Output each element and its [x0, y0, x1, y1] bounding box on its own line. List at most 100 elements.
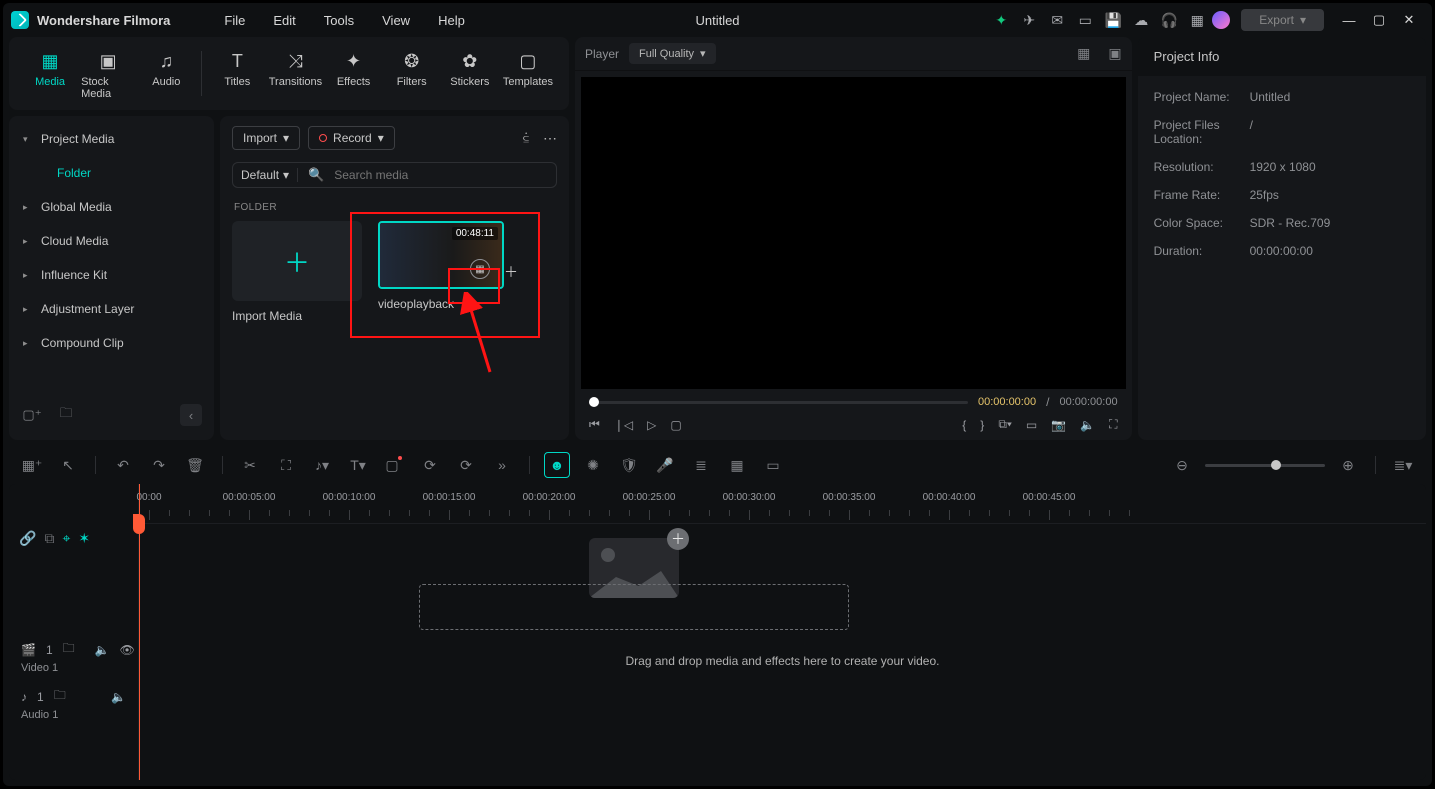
ai-icon[interactable]: ☻	[544, 452, 570, 478]
minimize-button[interactable]: —	[1334, 13, 1364, 28]
volume-icon[interactable]: 🔈	[111, 690, 126, 704]
sort-default-dropdown[interactable]: Default▾	[241, 168, 298, 182]
menu-edit[interactable]: Edit	[259, 13, 309, 28]
stop-icon[interactable]: ▢	[670, 418, 681, 432]
zoom-slider[interactable]	[1205, 464, 1325, 467]
prev-frame-icon[interactable]: ⏮	[589, 417, 600, 432]
sidebar-item-influence-kit[interactable]: ▸Influence Kit	[9, 258, 214, 292]
snapshot-icon[interactable]: 📷	[1051, 418, 1066, 432]
magnet-icon[interactable]: ⌖	[62, 530, 70, 547]
save-icon[interactable]: 💾	[1100, 7, 1126, 33]
undo-icon[interactable]: ↶	[110, 452, 136, 478]
player-progress[interactable]	[589, 401, 968, 404]
fullscreen-icon[interactable]: ⛶	[1109, 417, 1117, 432]
tl-cursor-icon[interactable]: ↖	[55, 452, 81, 478]
timeline-canvas[interactable]: 00:0000:00:05:0000:00:10:0000:00:15:0000…	[139, 484, 1426, 780]
tab-stock-media[interactable]: ▣Stock Media	[81, 45, 135, 110]
sidebar-item-compound-clip[interactable]: ▸Compound Clip	[9, 326, 214, 360]
sidebar-folder[interactable]: Folder	[9, 156, 214, 190]
display-icon[interactable]: ▭	[1026, 418, 1037, 432]
cloud-icon[interactable]: ☁	[1128, 7, 1154, 33]
zoom-knob[interactable]	[1271, 460, 1281, 470]
compare-icon[interactable]: ⧉▾	[998, 417, 1012, 432]
redo-icon[interactable]: ↷	[146, 452, 172, 478]
gift-icon[interactable]: ✦	[988, 7, 1014, 33]
tl-options-icon[interactable]: ≣▾	[1390, 452, 1416, 478]
marker-out-icon[interactable]: }	[980, 418, 984, 432]
zoom-out-icon[interactable]: ⊖	[1169, 452, 1195, 478]
more-icon[interactable]: ⋯	[543, 130, 557, 147]
marker-in-icon[interactable]: {	[962, 418, 966, 432]
music-icon[interactable]: ♪▾	[309, 452, 335, 478]
plus-icon[interactable]: ＋	[504, 262, 518, 282]
picture-icon[interactable]: ▣	[1108, 45, 1121, 62]
folder-icon[interactable]: 🗀	[63, 639, 75, 660]
menu-help[interactable]: Help	[424, 13, 479, 28]
profile-icon[interactable]	[1212, 11, 1230, 29]
tab-effects[interactable]: ✦Effects	[327, 45, 381, 110]
send-icon[interactable]: ✈	[1016, 7, 1042, 33]
snap-icon[interactable]: ✶	[78, 530, 90, 547]
tool-b-icon[interactable]: 🛡	[616, 452, 642, 478]
record-tl-icon[interactable]: ▢	[381, 452, 407, 478]
playhead[interactable]	[139, 484, 140, 780]
media-clip[interactable]: 00:48:11 ▦ ＋ videoplayback	[378, 221, 508, 323]
link-icon[interactable]: 🔗	[19, 530, 36, 547]
menu-tools[interactable]: Tools	[310, 13, 368, 28]
headphones-icon[interactable]: 🎧	[1156, 7, 1182, 33]
sidebar-item-project-media[interactable]: ▾Project Media	[9, 122, 214, 156]
import-dropdown[interactable]: Import▾	[232, 126, 300, 150]
volume-icon[interactable]: 🔈	[95, 643, 110, 657]
export-button[interactable]: Export▾	[1241, 9, 1324, 31]
progress-knob[interactable]	[589, 397, 599, 407]
tab-media[interactable]: ▦Media	[23, 45, 77, 110]
quality-dropdown[interactable]: Full Quality▾	[629, 43, 716, 64]
drop-zone[interactable]	[419, 584, 849, 630]
screen-icon[interactable]: ▭	[1072, 7, 1098, 33]
filter-icon[interactable]: ⫃	[523, 130, 529, 147]
tool-a-icon[interactable]: ✺	[580, 452, 606, 478]
sidebar-item-adjustment-layer[interactable]: ▸Adjustment Layer	[9, 292, 214, 326]
collapse-sidebar-icon[interactable]: ‹	[180, 404, 202, 426]
sidebar-item-cloud-media[interactable]: ▸Cloud Media	[9, 224, 214, 258]
tab-transitions[interactable]: ⤨Transitions	[268, 45, 322, 110]
tab-titles[interactable]: TTitles	[210, 45, 264, 110]
tab-templates[interactable]: ▢Templates	[501, 45, 555, 110]
frame-icon[interactable]: ▦	[724, 452, 750, 478]
timeline-ruler[interactable]: 00:0000:00:05:0000:00:10:0000:00:15:0000…	[139, 484, 1426, 524]
step-back-icon[interactable]: ❘◁	[614, 418, 633, 432]
zoom-in-icon[interactable]: ⊕	[1335, 452, 1361, 478]
audio-track-header[interactable]: ♪1🗀🔈 Audio 1	[9, 680, 138, 727]
play-icon[interactable]: ▷	[647, 418, 656, 432]
message-icon[interactable]: ✉	[1044, 7, 1070, 33]
new-bin-icon[interactable]: ▢⁺	[21, 404, 43, 426]
cut-icon[interactable]: ✂	[237, 452, 263, 478]
add-to-timeline-icon[interactable]: ▦	[470, 259, 490, 279]
grid-icon[interactable]: ▦	[1184, 7, 1210, 33]
beat-icon[interactable]: ≣	[688, 452, 714, 478]
crop-icon[interactable]: ⛶	[273, 452, 299, 478]
folder-icon[interactable]: 🗀	[54, 686, 66, 707]
layout-grid-icon[interactable]: ▦	[1077, 45, 1090, 62]
volume-icon[interactable]: 🔈	[1080, 418, 1095, 432]
more-tl-icon[interactable]: »	[489, 452, 515, 478]
clip-thumbnail[interactable]: 00:48:11 ▦	[378, 221, 504, 289]
caption-icon[interactable]: ▭	[760, 452, 786, 478]
mic-icon[interactable]: 🎤	[652, 452, 678, 478]
search-input[interactable]	[334, 168, 548, 182]
menu-file[interactable]: File	[210, 13, 259, 28]
tab-filters[interactable]: ❂Filters	[385, 45, 439, 110]
video-track-header[interactable]: 🎬1🗀🔈👁 Video 1	[9, 633, 138, 680]
sidebar-item-global-media[interactable]: ▸Global Media	[9, 190, 214, 224]
unlink-icon[interactable]: ⧉	[44, 530, 54, 547]
delete-icon[interactable]: 🗑	[182, 452, 208, 478]
eye-icon[interactable]: 👁	[120, 643, 135, 657]
speed2-icon[interactable]: ⟳	[453, 452, 479, 478]
record-dropdown[interactable]: Record▾	[308, 126, 395, 150]
player-viewport[interactable]	[581, 77, 1126, 389]
tab-audio[interactable]: ♫Audio	[139, 45, 193, 110]
import-media-card[interactable]: ＋ Import Media	[232, 221, 362, 323]
new-folder-icon[interactable]: 🗀	[55, 404, 77, 426]
maximize-button[interactable]: ▢	[1364, 12, 1394, 28]
tl-add-icon[interactable]: ▦⁺	[19, 452, 45, 478]
